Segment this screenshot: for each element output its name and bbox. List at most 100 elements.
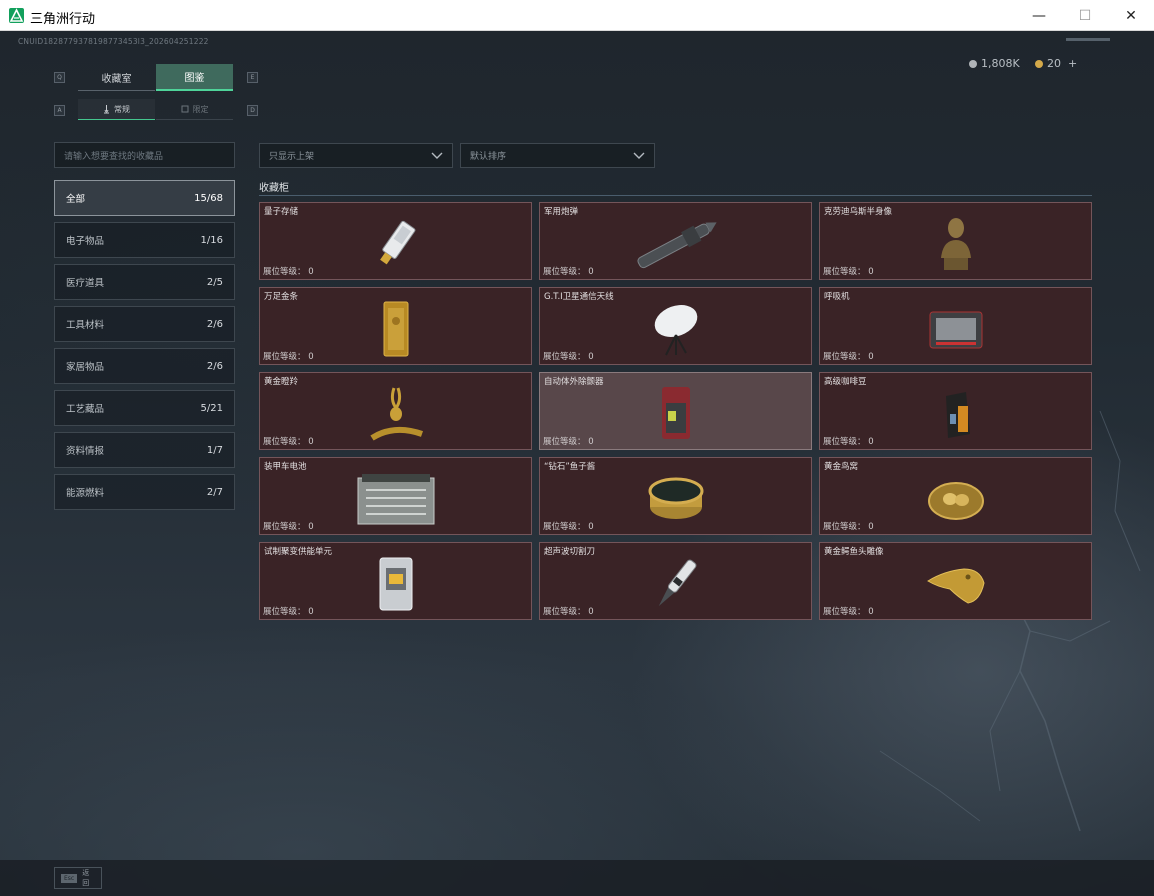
tab-prev-key-hint[interactable]: Q	[54, 72, 65, 83]
fusion-cell-icon	[351, 553, 441, 615]
maximize-button[interactable]: ☐	[1062, 0, 1108, 31]
artillery-shell-icon	[626, 213, 726, 275]
collection-search-input[interactable]: 请输入想要查找的收藏品	[54, 142, 235, 168]
collectible-name: 万足金条	[264, 292, 299, 302]
collectible-card[interactable]: 高级咖啡豆 展位等级： 0	[819, 372, 1092, 450]
back-button[interactable]: Esc 返回	[54, 867, 102, 889]
subtab-next-key-hint[interactable]: D	[247, 105, 258, 116]
subtab-prev-key-hint[interactable]: A	[54, 105, 65, 116]
display-level-label: 展位等级：	[823, 437, 866, 447]
collectible-card[interactable]: 万足金条 展位等级： 0	[259, 287, 532, 365]
category-medical[interactable]: 医疗道具 2/5	[54, 264, 235, 300]
category-household[interactable]: 家居物品 2/6	[54, 348, 235, 384]
tab-next-key-hint[interactable]: E	[247, 72, 258, 83]
add-currency-button[interactable]: +	[1068, 57, 1077, 70]
collectible-name: 装甲车电池	[264, 462, 307, 472]
category-label: 医疗道具	[66, 278, 105, 289]
minimize-button[interactable]: —	[1016, 0, 1062, 31]
collectible-card[interactable]: 呼吸机 展位等级： 0	[819, 287, 1092, 365]
shelf-filter-value: 只显示上架	[269, 152, 315, 162]
display-level-value: 0	[868, 607, 874, 617]
category-label: 电子物品	[66, 236, 105, 247]
gold-currency: 20 +	[1035, 57, 1077, 70]
silver-currency-value: 1,808K	[981, 57, 1020, 70]
gold-croc-head-icon	[911, 553, 1001, 615]
collectible-card[interactable]: 克劳迪乌斯半身像 展位等级： 0	[819, 202, 1092, 280]
ultrasonic-knife-icon	[631, 553, 721, 615]
category-count: 1/16	[200, 234, 223, 246]
display-level: 展位等级： 0	[543, 265, 594, 277]
collectible-card[interactable]: 黄金瞪羚 展位等级： 0	[259, 372, 532, 450]
tab-catalog[interactable]: 图鉴	[156, 64, 233, 91]
collectible-card[interactable]: 试制聚变供能单元 展位等级： 0	[259, 542, 532, 620]
display-level: 展位等级： 0	[263, 265, 314, 277]
display-level-label: 展位等级：	[263, 267, 306, 277]
collectible-card[interactable]: 黄金鳄鱼头雕像 展位等级： 0	[819, 542, 1092, 620]
display-level-label: 展位等级：	[543, 352, 586, 362]
collectible-card[interactable]: 自动体外除颤器 展位等级： 0	[539, 372, 812, 450]
category-crafts[interactable]: 工艺藏品 5/21	[54, 390, 235, 426]
satellite-dish-icon	[631, 298, 721, 360]
collectible-name: 高级咖啡豆	[824, 377, 867, 387]
collectible-card[interactable]: 量子存储 展位等级： 0	[259, 202, 532, 280]
category-intel[interactable]: 资料情报 1/7	[54, 432, 235, 468]
display-level-label: 展位等级：	[263, 352, 306, 362]
display-level-value: 0	[308, 522, 314, 532]
display-level-label: 展位等级：	[263, 437, 306, 447]
display-level-value: 0	[308, 352, 314, 362]
collectible-name: 黄金鳄鱼头雕像	[824, 547, 884, 557]
sort-value: 默认排序	[470, 152, 507, 162]
tab-collection-room[interactable]: 收藏室	[78, 64, 155, 91]
collectible-card[interactable]: G.T.I卫星通信天线 展位等级： 0	[539, 287, 812, 365]
category-electronics[interactable]: 电子物品 1/16	[54, 222, 235, 258]
cabinet-title: 收藏柜	[259, 183, 289, 194]
bust-statue-icon	[911, 213, 1001, 275]
display-level-label: 展位等级：	[263, 522, 306, 532]
category-energy[interactable]: 能源燃料 2/7	[54, 474, 235, 510]
usb-drive-icon	[351, 213, 441, 275]
collectible-card[interactable]: 军用炮弹 展位等级： 0	[539, 202, 812, 280]
esc-key-hint: Esc	[61, 873, 78, 883]
app-logo-icon	[9, 8, 24, 23]
display-level-value: 0	[868, 437, 874, 447]
category-tools[interactable]: 工具材料 2/6	[54, 306, 235, 342]
display-level-value: 0	[308, 267, 314, 277]
display-level: 展位等级： 0	[263, 350, 314, 362]
display-level-value: 0	[868, 267, 874, 277]
collectible-name: 黄金瞪羚	[264, 377, 299, 387]
ventilator-icon	[911, 298, 1001, 360]
defibrillator-icon	[631, 383, 721, 445]
collectible-name: 自动体外除颤器	[544, 377, 604, 387]
game-viewport: CNUID1828779378198773453l3_202604251222 …	[0, 31, 1154, 896]
category-label: 全部	[66, 194, 86, 205]
collectible-card[interactable]: 装甲车电池 展位等级： 0	[259, 457, 532, 535]
display-level: 展位等级： 0	[263, 605, 314, 617]
collectible-name: 克劳迪乌斯半身像	[824, 207, 893, 217]
category-all[interactable]: 全部 15/68	[54, 180, 235, 216]
subtab-limited[interactable]: 限定	[156, 99, 233, 120]
close-button[interactable]: ✕	[1108, 0, 1154, 31]
display-level: 展位等级： 0	[823, 350, 874, 362]
display-level-label: 展位等级：	[823, 522, 866, 532]
window-title: 三角洲行动	[30, 12, 96, 27]
regular-icon	[104, 104, 109, 113]
display-level-label: 展位等级：	[823, 607, 866, 617]
subtab-regular[interactable]: 常规	[78, 99, 155, 120]
display-level-label: 展位等级：	[543, 607, 586, 617]
category-label: 家居物品	[66, 362, 105, 373]
shelf-filter-dropdown[interactable]: 只显示上架	[259, 143, 453, 168]
collectible-name: “钻石”鱼子酱	[544, 462, 596, 472]
gold-nest-icon	[911, 468, 1001, 530]
cabinet-divider	[259, 195, 1092, 196]
cabinet-grid: 量子存储 展位等级： 0 军用炮弹 展位等级： 0 克劳迪乌斯半身像 展位等级：…	[259, 202, 1092, 620]
display-level: 展位等级： 0	[543, 520, 594, 532]
sort-dropdown[interactable]: 默认排序	[460, 143, 655, 168]
battery-icon	[351, 468, 441, 530]
collectible-card[interactable]: 超声波切割刀 展位等级： 0	[539, 542, 812, 620]
display-level-value: 0	[588, 437, 594, 447]
category-label: 资料情报	[66, 446, 105, 457]
collectible-card[interactable]: 黄金鸟窝 展位等级： 0	[819, 457, 1092, 535]
collectible-card[interactable]: “钻石”鱼子酱 展位等级： 0	[539, 457, 812, 535]
display-level-value: 0	[588, 267, 594, 277]
category-count: 5/21	[200, 402, 223, 414]
